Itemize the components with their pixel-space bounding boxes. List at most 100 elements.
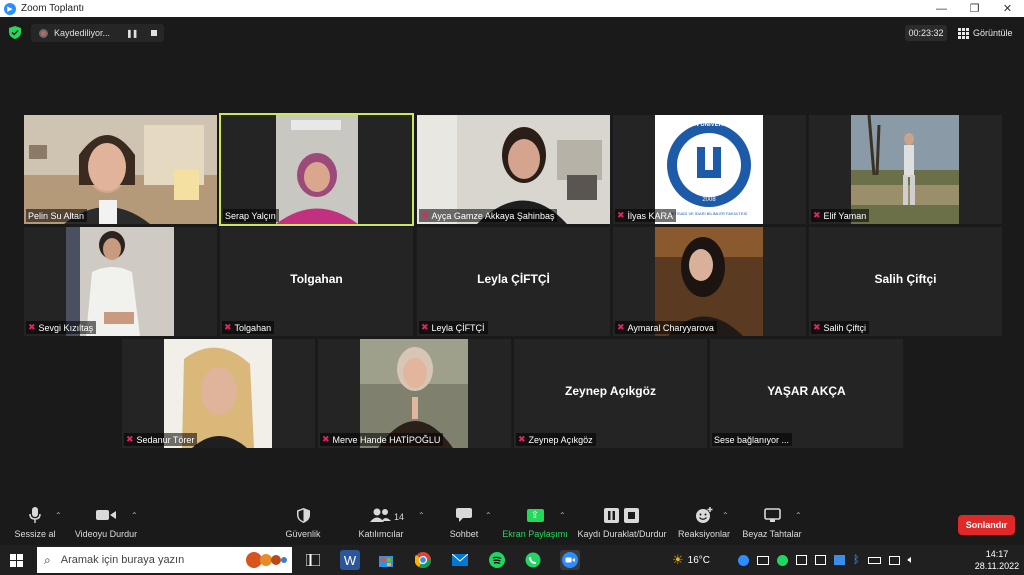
volume-tray-icon[interactable]: 🔈︎	[908, 554, 915, 567]
display-tray-icon[interactable]	[888, 555, 900, 565]
participant-name: Salih Çiftçi	[823, 322, 867, 333]
minimize-button[interactable]: —	[925, 0, 958, 17]
security-label: Güvenlik	[285, 529, 321, 539]
search-highlight-art-icon	[246, 552, 287, 568]
end-meeting-button[interactable]: Sonlandır	[958, 515, 1015, 535]
video-camera-icon	[96, 505, 116, 525]
microphone-icon	[29, 505, 41, 525]
app-tray-icon[interactable]	[815, 555, 826, 565]
participant-name-tag: ✖ Ayça Gamze Akkaya Şahinbaş	[419, 209, 558, 222]
reactions-label: Reaksiyonlar	[677, 529, 731, 539]
video-tile-active-speaker[interactable]: Serap Yalçın	[219, 113, 414, 226]
participants-label: Katılımcılar	[358, 529, 404, 539]
zoom-tray-icon[interactable]	[738, 554, 749, 566]
muted-mic-icon: ✖	[322, 434, 330, 444]
whiteboard-button[interactable]: Beyaz Tahtalar	[742, 505, 802, 539]
security-button[interactable]: Güvenlik	[284, 505, 322, 539]
share-options-chevron-icon[interactable]: ⌃	[559, 511, 566, 520]
weather-icon: ☀	[672, 552, 684, 567]
spotify-tray-icon[interactable]	[777, 554, 788, 566]
participant-video	[613, 115, 806, 224]
security-shield-icon	[296, 505, 310, 525]
system-tray: ᛒ 🔈︎	[738, 545, 914, 575]
muted-mic-icon: ✖	[28, 322, 36, 332]
whiteboard-label: Beyaz Tahtalar	[742, 529, 802, 539]
recording-dot-icon	[39, 28, 48, 38]
audio-options-chevron-icon[interactable]: ⌃	[55, 511, 62, 520]
microsoft-store-icon[interactable]	[376, 550, 396, 570]
muted-mic-icon: ✖	[126, 434, 134, 444]
whiteboard-icon	[763, 505, 781, 525]
title-bar: ▶ Zoom Toplantı — ❐ ✕	[0, 0, 1024, 17]
zoom-logo-icon: ▶	[4, 2, 16, 15]
participant-name-tag: ✖ Salih Çiftçi	[811, 321, 870, 334]
view-label: Görüntüle	[973, 28, 1013, 38]
participant-name: Tolgahan	[234, 322, 272, 333]
participant-name: Aymaral Charyyarova	[627, 322, 714, 333]
video-tile[interactable]: BARTIN ÜNİVERSİTESİ 2008 İKTİSADİ VE İDA…	[613, 115, 806, 224]
participant-name: Elif Yaman	[823, 210, 867, 221]
chat-label: Sohbet	[449, 529, 479, 539]
whatsapp-app-icon[interactable]	[523, 550, 543, 570]
photo-tray-icon[interactable]	[796, 555, 807, 565]
video-tile[interactable]: ✖ Sedanur Törer	[122, 339, 315, 448]
onedrive-tray-icon[interactable]	[834, 555, 845, 565]
zoom-app-icon[interactable]	[560, 550, 580, 570]
pause-recording-icon[interactable]: ❚❚	[126, 29, 138, 38]
bluetooth-tray-icon[interactable]: ᛒ	[853, 554, 860, 566]
windows-start-icon[interactable]	[10, 554, 23, 567]
participants-count: 14	[394, 512, 405, 522]
participant-video	[24, 115, 217, 224]
spotify-app-icon[interactable]	[487, 550, 507, 570]
chrome-app-icon[interactable]	[413, 550, 433, 570]
search-icon: ⌕	[44, 552, 51, 567]
meeting-toolbar: Sessize al ⌃ Videoyu Durdur ⌃ Güvenlik K…	[0, 505, 1024, 545]
video-tile-no-video[interactable]: Salih Çiftçi ✖ Salih Çiftçi	[809, 227, 1002, 336]
view-button[interactable]: Görüntüle	[958, 25, 1013, 41]
encryption-shield-icon[interactable]	[9, 26, 21, 39]
participants-options-chevron-icon[interactable]: ⌃	[418, 511, 425, 520]
participant-name-tag: ✖ Zeynep Açıkgöz	[516, 433, 596, 446]
video-tile-no-video[interactable]: YAŞAR AKÇA Sese bağlanıyor ...	[710, 339, 903, 448]
video-tile[interactable]: ✖ Sevgi Kızıltaş	[24, 227, 217, 336]
battery-tray-icon[interactable]	[867, 556, 881, 564]
stop-recording-icon[interactable]	[151, 30, 158, 36]
mail-app-icon[interactable]	[450, 550, 470, 570]
muted-mic-icon: ✖	[617, 322, 625, 332]
muted-mic-icon: ✖	[421, 210, 429, 220]
video-tile[interactable]: ✖ Elif Yaman	[809, 115, 1002, 224]
participant-name-tag: Pelin Su Altan	[26, 209, 88, 222]
meeting-timer: 00:23:32	[905, 25, 947, 41]
video-tile-no-video[interactable]: Zeynep Açıkgöz ✖ Zeynep Açıkgöz	[514, 339, 707, 448]
reactions-options-chevron-icon[interactable]: ⌃	[722, 511, 729, 520]
video-tile[interactable]: ✖ Aymaral Charyyarova	[613, 227, 806, 336]
video-tile[interactable]: ✖ Merve Hande HATİPOĞLU	[318, 339, 511, 448]
participant-name-tag: ✖ Tolgahan	[222, 321, 275, 334]
weather-widget[interactable]: ☀ 16°C	[672, 545, 710, 575]
participant-name-tag: ✖ Leyla ÇİFTÇİ	[419, 321, 488, 334]
chat-button[interactable]: Sohbet	[446, 505, 482, 539]
taskbar-search-box[interactable]: ⌕ Aramak için buraya yazın	[37, 547, 292, 573]
participant-video	[221, 115, 412, 224]
mute-button[interactable]: Sessize al	[14, 505, 56, 539]
participant-name: Leyla ÇİFTÇİ	[431, 322, 485, 333]
close-button[interactable]: ✕	[991, 0, 1024, 17]
stop-video-button[interactable]: Videoyu Durdur	[72, 505, 140, 539]
video-tile[interactable]: ✖ Ayça Gamze Akkaya Şahinbaş	[417, 115, 610, 224]
task-view-icon[interactable]	[303, 550, 323, 570]
mail-tray-icon[interactable]	[757, 555, 769, 565]
participant-name-tag: ✖ Elif Yaman	[811, 209, 870, 222]
video-options-chevron-icon[interactable]: ⌃	[131, 511, 138, 520]
video-tile[interactable]: Pelin Su Altan	[24, 115, 217, 224]
video-tile-no-video[interactable]: Tolgahan ✖ Tolgahan	[220, 227, 413, 336]
windows-taskbar: ⌕ Aramak için buraya yazın W ☀ 16°C ᛒ 🔈︎…	[0, 545, 1024, 575]
recording-control-button[interactable]: Kaydı Duraklat/Durdur	[576, 505, 668, 539]
restore-button[interactable]: ❐	[958, 0, 991, 17]
whiteboard-options-chevron-icon[interactable]: ⌃	[795, 511, 802, 520]
word-app-icon[interactable]: W	[340, 550, 360, 570]
taskbar-clock[interactable]: 14:17 28.11.2022	[972, 548, 1022, 572]
participants-button[interactable]: Katılımcılar	[356, 505, 406, 539]
video-tile-no-video[interactable]: Leyla ÇİFTÇİ ✖ Leyla ÇİFTÇİ	[417, 227, 610, 336]
participant-name: Merve Hande HATİPOĞLU	[332, 434, 441, 445]
chat-options-chevron-icon[interactable]: ⌃	[485, 511, 492, 520]
